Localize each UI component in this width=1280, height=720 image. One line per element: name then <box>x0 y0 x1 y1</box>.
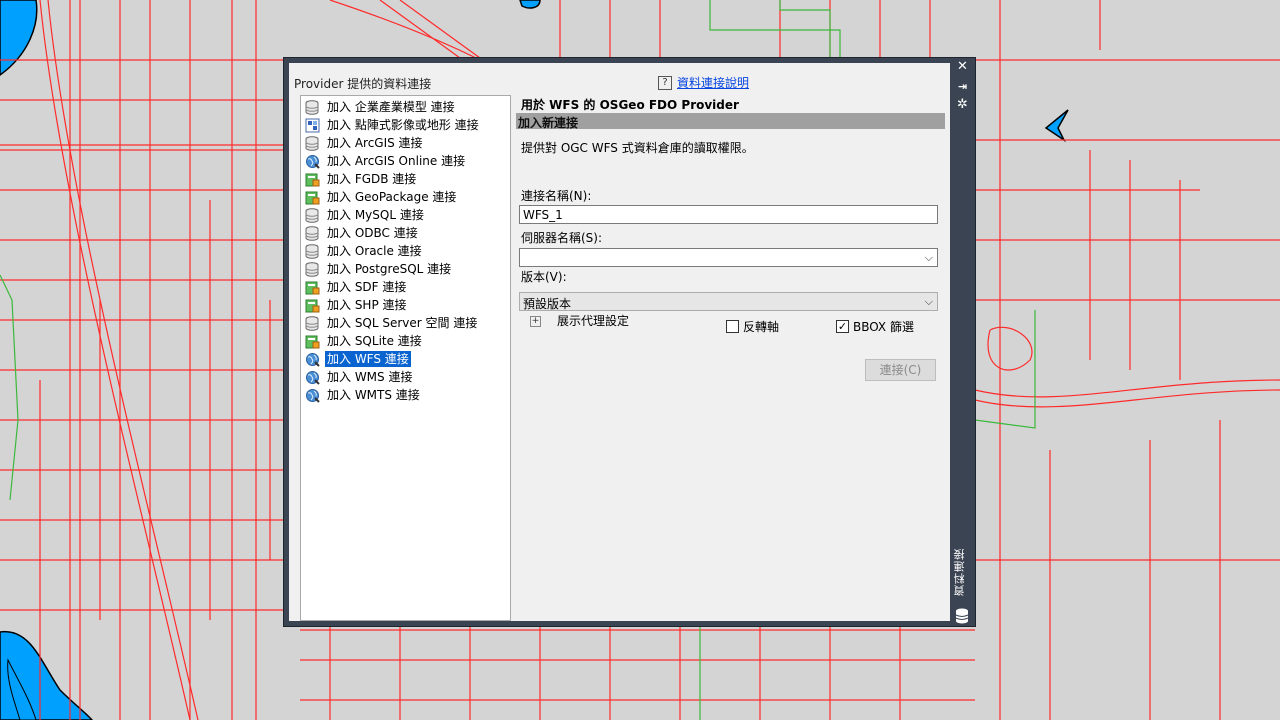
database-icon <box>305 243 320 259</box>
provider-item[interactable]: 加入 SDF 連接 <box>305 278 408 296</box>
globe-icon <box>305 154 320 169</box>
provider-item-label: 加入 PostgreSQL 連接 <box>327 262 452 276</box>
provider-item[interactable]: 加入 Oracle 連接 <box>305 242 424 260</box>
auto-hide-icon[interactable]: ⇥ <box>950 78 975 96</box>
provider-item-label: 加入 ArcGIS 連接 <box>327 136 423 150</box>
section-header: 加入新連接 <box>516 113 945 130</box>
provider-item-label: 加入 企業產業模型 連接 <box>327 100 455 114</box>
provider-item-label: 加入 Oracle 連接 <box>327 244 422 258</box>
provider-item[interactable]: 加入 ArcGIS Online 連接 <box>305 152 467 170</box>
file-db-icon <box>305 298 320 313</box>
provider-item[interactable]: 加入 SQL Server 空間 連接 <box>305 314 479 332</box>
proxy-settings-label[interactable]: 展示代理設定 <box>557 312 629 329</box>
provider-item-label: 加入 SDF 連接 <box>327 280 407 294</box>
database-icon <box>305 207 320 223</box>
invert-axis-label: 反轉軸 <box>743 320 780 334</box>
provider-item-label: 加入 ArcGIS Online 連接 <box>327 154 466 168</box>
database-icon <box>305 99 320 115</box>
bbox-filter-label: BBOX 篩選 <box>853 320 914 334</box>
raster-icon <box>305 118 320 133</box>
data-connect-palette: Provider 提供的資料連接 加入 企業產業模型 連接加入 點陣式影像或地形… <box>284 58 975 626</box>
chevron-down-icon[interactable]: ⌵ <box>925 251 933 265</box>
connection-name-field[interactable] <box>519 205 938 224</box>
provider-list[interactable]: 加入 企業產業模型 連接 加入 點陣式影像或地形 連接 加入 ArcGIS 連接 加入… <box>300 95 511 621</box>
provider-item[interactable]: 加入 FGDB 連接 <box>305 170 418 188</box>
provider-item-label: 加入 WFS 連接 <box>325 351 411 367</box>
checkbox-box[interactable]: ✓ <box>836 320 849 333</box>
provider-item[interactable]: 加入 WMS 連接 <box>305 368 414 386</box>
database-icon <box>305 315 320 331</box>
database-icon <box>305 261 320 277</box>
provider-item-label: 加入 WMTS 連接 <box>327 388 420 402</box>
provider-item[interactable]: 加入 WMTS 連接 <box>305 386 422 404</box>
provider-item[interactable]: 加入 PostgreSQL 連接 <box>305 260 453 278</box>
globe-icon <box>305 352 320 367</box>
version-value: 預設版本 <box>523 297 572 311</box>
provider-item-label: 加入 SHP 連接 <box>327 298 407 312</box>
provider-item[interactable]: 加入 WFS 連接 <box>305 350 411 368</box>
server-name-label: 伺服器名稱(S): <box>521 231 603 245</box>
provider-item[interactable]: 加入 GeoPackage 連接 <box>305 188 458 206</box>
connection-name-label: 連接名稱(N): <box>521 189 592 203</box>
database-icon <box>955 608 969 624</box>
provider-item-label: 加入 WMS 連接 <box>327 370 413 384</box>
provider-item[interactable]: 加入 SQLite 連接 <box>305 332 424 350</box>
help-icon: ? <box>658 75 672 90</box>
server-name-input[interactable] <box>520 249 921 266</box>
help-link[interactable]: 資料連接說明 <box>677 74 749 91</box>
provider-item-label: 加入 點陣式影像或地形 連接 <box>327 118 479 132</box>
palette-content: Provider 提供的資料連接 加入 企業產業模型 連接加入 點陣式影像或地形… <box>289 63 950 621</box>
palette-title: 資料連接 <box>953 548 966 596</box>
close-icon[interactable]: ✕ <box>950 58 975 76</box>
file-db-icon <box>305 334 320 349</box>
provider-list-label: Provider 提供的資料連接 <box>294 77 432 91</box>
version-dropdown[interactable]: 預設版本 ⌵ <box>519 292 938 311</box>
provider-item-label: 加入 GeoPackage 連接 <box>327 190 457 204</box>
provider-item-label: 加入 SQLite 連接 <box>327 334 422 348</box>
database-icon <box>305 225 320 241</box>
help-link-area[interactable]: ? 資料連接說明 <box>658 74 749 91</box>
water-body <box>519 0 541 9</box>
provider-item[interactable]: 加入 SHP 連接 <box>305 296 409 314</box>
provider-item-label: 加入 MySQL 連接 <box>327 208 424 222</box>
version-label: 版本(V): <box>521 270 567 284</box>
section-header-label: 加入新連接 <box>518 116 579 130</box>
file-db-icon <box>305 190 320 205</box>
provider-item[interactable]: 加入 MySQL 連接 <box>305 206 426 224</box>
globe-icon <box>305 388 320 403</box>
database-icon <box>305 135 320 151</box>
provider-item[interactable]: 加入 ArcGIS 連接 <box>305 134 425 152</box>
checkbox-box[interactable] <box>726 320 739 333</box>
provider-title: 用於 WFS 的 OSGeo FDO Provider <box>521 98 739 112</box>
properties-icon[interactable]: ✲ <box>950 96 975 114</box>
provider-item[interactable]: 加入 點陣式影像或地形 連接 <box>305 116 481 134</box>
chevron-down-icon: ⌵ <box>924 295 933 308</box>
connect-button[interactable]: 連接(C) <box>865 359 936 381</box>
palette-title-bar[interactable]: ✕ ⇥ ✲ 資料連接 <box>950 58 975 626</box>
invert-axis-checkbox[interactable]: 反轉軸 <box>726 318 779 335</box>
server-name-combo[interactable]: ⌵ <box>519 248 938 267</box>
file-db-icon <box>305 172 320 187</box>
expand-icon[interactable]: + <box>530 316 541 327</box>
provider-item-label: 加入 ODBC 連接 <box>327 226 418 240</box>
connection-name-input[interactable] <box>520 206 921 223</box>
provider-item[interactable]: 加入 ODBC 連接 <box>305 224 420 242</box>
provider-item[interactable]: 加入 企業產業模型 連接 <box>305 98 457 116</box>
provider-item-label: 加入 SQL Server 空間 連接 <box>327 316 478 330</box>
file-db-icon <box>305 280 320 295</box>
bbox-filter-checkbox[interactable]: ✓ BBOX 篩選 <box>836 318 914 335</box>
provider-item-label: 加入 FGDB 連接 <box>327 172 417 186</box>
globe-icon <box>305 370 320 385</box>
provider-description: 提供對 OGC WFS 式資料倉庫的讀取權限。 <box>521 141 754 155</box>
